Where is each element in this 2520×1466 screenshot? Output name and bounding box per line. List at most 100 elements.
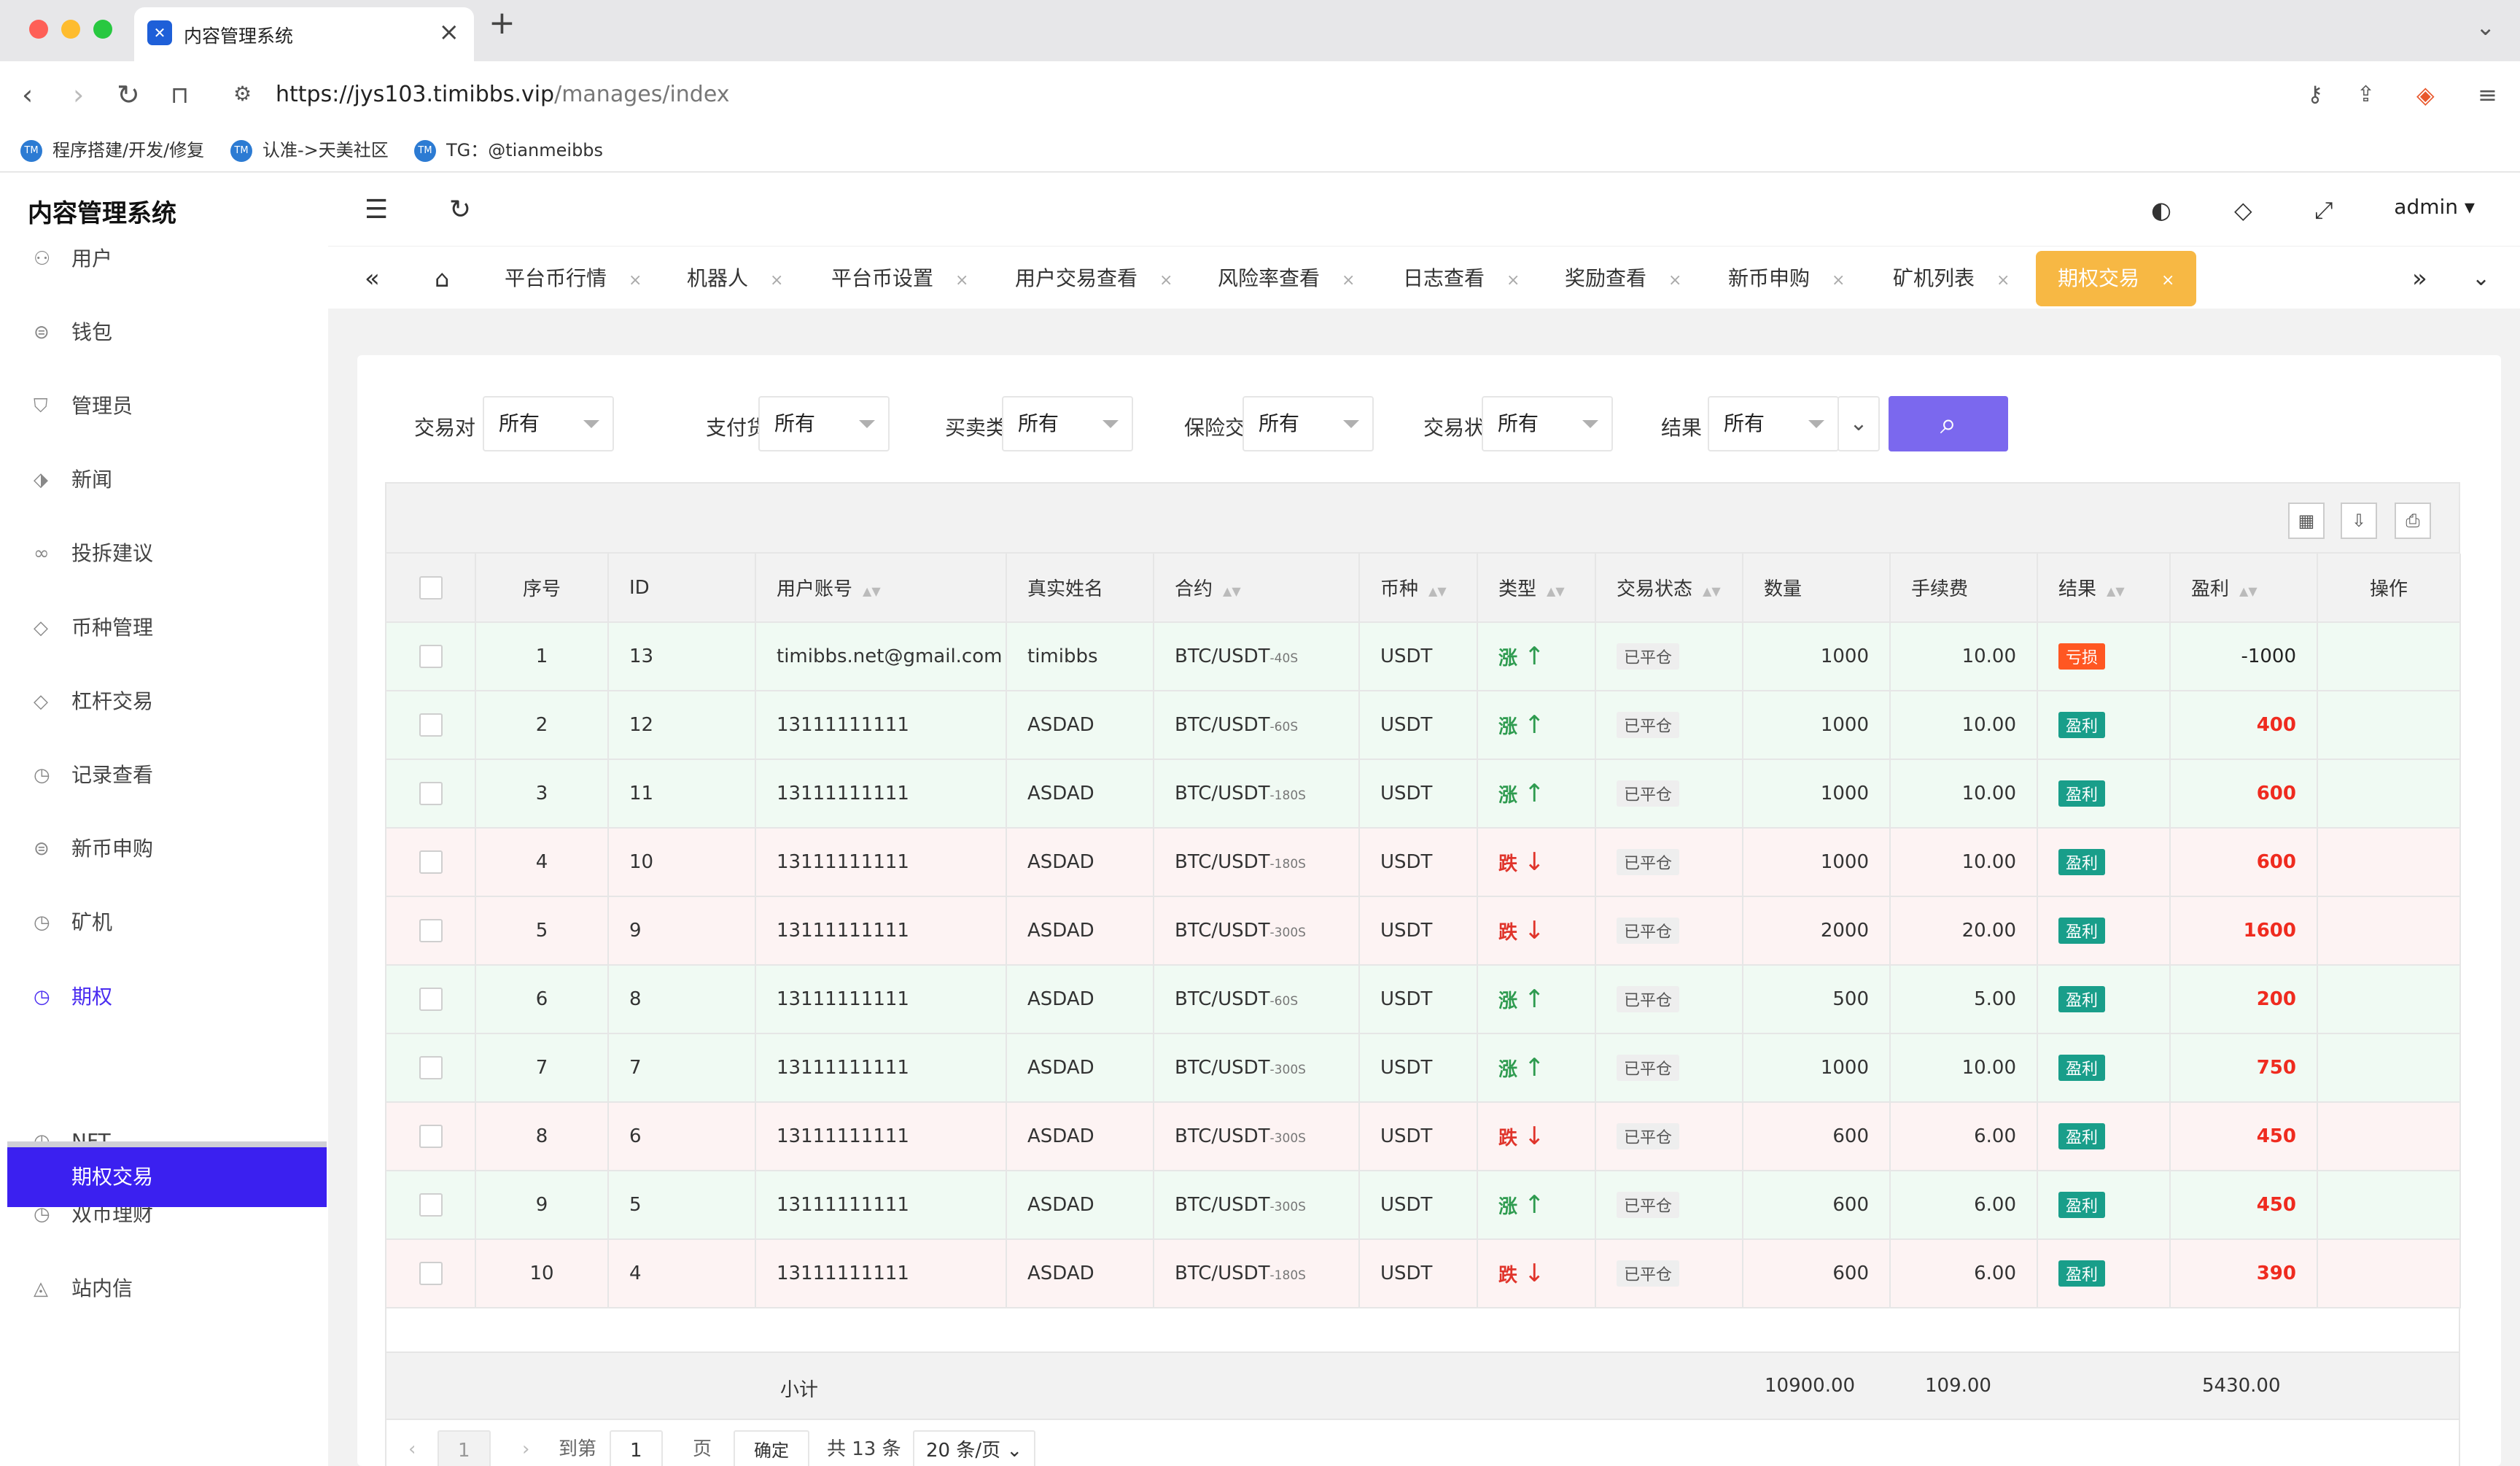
- row-checkbox[interactable]: [419, 1193, 443, 1217]
- tag-icon[interactable]: ◇: [2234, 193, 2252, 227]
- sort-icon[interactable]: ▲▼: [1428, 584, 1447, 598]
- home-tab-icon[interactable]: ⌂: [435, 251, 449, 306]
- sidebar-item-10[interactable]: ◷ 矿机: [0, 893, 328, 952]
- row-select-cell[interactable]: [386, 1239, 476, 1308]
- print-icon[interactable]: ⎙: [2395, 503, 2431, 539]
- sort-icon[interactable]: ▲▼: [1547, 584, 1565, 598]
- sidebar-item-11[interactable]: ◷ 期权: [0, 968, 328, 1026]
- close-tab-icon[interactable]: ×: [439, 18, 460, 47]
- row-select-cell[interactable]: [386, 1102, 476, 1171]
- sidebar-item-7[interactable]: ◇ 杠杆交易: [0, 672, 328, 731]
- row-checkbox[interactable]: [419, 1125, 443, 1148]
- fullscreen-icon[interactable]: ⤢: [2314, 193, 2333, 227]
- row-select-cell[interactable]: [386, 759, 476, 829]
- row-checkbox[interactable]: [419, 713, 443, 737]
- page-tab-10[interactable]: 期权交易 ×: [2036, 251, 2197, 306]
- sidebar-item-2[interactable]: ⊜ 钱包: [0, 303, 328, 362]
- table-row[interactable]: 6 8 13111111111 ASDAD BTC/USDT-60S USDT 涨 ↑ 已平仓…: [386, 965, 2461, 1034]
- sort-icon[interactable]: ▲▼: [1703, 584, 1721, 598]
- table-row[interactable]: 5 9 13111111111 ASDAD BTC/USDT-300S USDT 跌 ↓ 已平…: [386, 896, 2461, 966]
- admin-user-menu[interactable]: admin ▾: [2394, 195, 2475, 219]
- sort-icon[interactable]: ▲▼: [863, 584, 881, 598]
- table-row[interactable]: 2 12 13111111111 ASDAD BTC/USDT-60S USDT 涨 ↑ 已平…: [386, 691, 2461, 760]
- sort-icon[interactable]: ▲▼: [2107, 584, 2125, 598]
- table-row[interactable]: 10 4 13111111111 ASDAD BTC/USDT-180S USDT 跌 ↓ 已…: [386, 1239, 2461, 1308]
- row-select-cell[interactable]: [386, 622, 476, 691]
- col-header-sortable[interactable]: 交易状态 ▲▼: [1595, 554, 1743, 623]
- row-checkbox[interactable]: [419, 1056, 443, 1079]
- sidebar-item-6[interactable]: ◇ 币种管理: [0, 599, 328, 657]
- close-tab-icon[interactable]: ×: [1996, 271, 2010, 290]
- close-tab-icon[interactable]: ×: [770, 271, 783, 290]
- filter-select[interactable]: 所有: [1002, 396, 1133, 451]
- sidebar-item-3[interactable]: ⛉ 管理员: [0, 377, 328, 435]
- reload-icon[interactable]: ↻: [117, 77, 140, 112]
- filter-select[interactable]: 所有: [1482, 396, 1613, 451]
- bookmark-item[interactable]: TM 认准->天美社区: [230, 134, 389, 166]
- menu-icon[interactable]: ≡: [2478, 77, 2497, 112]
- tabs-scroll-right-icon[interactable]: »: [2412, 251, 2427, 306]
- page-tab-5[interactable]: 风险率查看 ×: [1218, 251, 1355, 306]
- next-page-icon[interactable]: ›: [522, 1430, 529, 1466]
- current-page[interactable]: 1: [438, 1430, 491, 1466]
- col-header-sortable[interactable]: 类型 ▲▼: [1477, 554, 1596, 623]
- site-settings-icon[interactable]: ⚙: [233, 82, 252, 106]
- table-row[interactable]: 4 10 13111111111 ASDAD BTC/USDT-180S USDT 跌 ↓ 已…: [386, 828, 2461, 897]
- close-tab-icon[interactable]: ×: [955, 271, 968, 290]
- theme-icon[interactable]: ◐: [2151, 193, 2171, 227]
- bookmark-item[interactable]: TM 程序搭建/开发/修复: [20, 134, 204, 166]
- bookmark-icon[interactable]: ⊓: [171, 77, 189, 112]
- sidebar-item-8[interactable]: ◷ 记录查看: [0, 746, 328, 804]
- close-tab-icon[interactable]: ×: [1159, 271, 1172, 290]
- expand-filters-icon[interactable]: ⌄: [1838, 396, 1880, 451]
- sidebar-item-9[interactable]: ⊜ 新币申购: [0, 820, 328, 878]
- close-tab-icon[interactable]: ×: [1668, 271, 1681, 290]
- row-checkbox[interactable]: [419, 1262, 443, 1285]
- table-row[interactable]: 3 11 13111111111 ASDAD BTC/USDT-180S USDT 涨 ↑ 已…: [386, 759, 2461, 829]
- tab-search-chevron-icon[interactable]: ⌄: [2476, 13, 2495, 41]
- row-checkbox[interactable]: [419, 919, 443, 942]
- brave-shield-icon[interactable]: ◈: [2416, 77, 2435, 112]
- col-header-sortable[interactable]: 盈利 ▲▼: [2170, 554, 2318, 623]
- col-header-sortable[interactable]: 结果 ▲▼: [2037, 554, 2171, 623]
- row-checkbox[interactable]: [419, 782, 443, 805]
- refresh-icon[interactable]: ↻: [449, 193, 471, 227]
- back-icon[interactable]: ‹: [22, 77, 33, 112]
- export-icon[interactable]: ⇩: [2341, 503, 2377, 539]
- close-tab-icon[interactable]: ×: [1832, 271, 1845, 290]
- columns-icon[interactable]: ▦: [2288, 503, 2325, 539]
- forward-icon[interactable]: ›: [73, 77, 84, 112]
- sidebar-item-4[interactable]: ⬗ 新闻: [0, 451, 328, 509]
- filter-select[interactable]: 所有: [483, 396, 614, 451]
- close-tab-icon[interactable]: ×: [629, 271, 642, 290]
- row-select-cell[interactable]: [386, 965, 476, 1034]
- confirm-page-button[interactable]: 确定: [734, 1430, 809, 1466]
- sidebar-item-5[interactable]: ∞ 投拆建议: [0, 524, 328, 583]
- row-checkbox[interactable]: [419, 850, 443, 874]
- minimize-window-button[interactable]: [61, 20, 80, 39]
- search-button[interactable]: ⌕: [1889, 396, 2008, 451]
- share-icon[interactable]: ⇪: [2357, 77, 2375, 112]
- maximize-window-button[interactable]: [93, 20, 112, 39]
- new-tab-button[interactable]: +: [489, 4, 516, 42]
- row-checkbox[interactable]: [419, 645, 443, 668]
- row-select-cell[interactable]: [386, 1171, 476, 1240]
- row-select-cell[interactable]: [386, 896, 476, 966]
- row-select-cell[interactable]: [386, 1033, 476, 1103]
- sort-icon[interactable]: ▲▼: [2239, 584, 2258, 598]
- sort-icon[interactable]: ▲▼: [1223, 584, 1241, 598]
- goto-page-input[interactable]: 1: [610, 1430, 663, 1466]
- sidebar-subitem-option-trade[interactable]: 期权交易: [7, 1141, 327, 1207]
- tabs-dropdown-icon[interactable]: ⌄: [2472, 251, 2490, 306]
- col-header-sortable[interactable]: 用户账号 ▲▼: [755, 554, 1007, 623]
- browser-tab[interactable]: ✕ 内容管理系统 ×: [134, 7, 474, 61]
- close-tab-icon[interactable]: ×: [1342, 271, 1355, 290]
- tabs-scroll-left-icon[interactable]: «: [365, 251, 380, 306]
- filter-select[interactable]: 所有: [758, 396, 890, 451]
- page-tab-2[interactable]: 机器人 ×: [687, 251, 783, 306]
- table-row[interactable]: 9 5 13111111111 ASDAD BTC/USDT-300S USDT 涨 ↑ 已平…: [386, 1171, 2461, 1240]
- page-tab-8[interactable]: 新币申购 ×: [1728, 251, 1845, 306]
- page-size-select[interactable]: 20 条/页 ⌄: [913, 1430, 1036, 1466]
- close-tab-icon[interactable]: ×: [1506, 271, 1520, 290]
- row-select-cell[interactable]: [386, 691, 476, 760]
